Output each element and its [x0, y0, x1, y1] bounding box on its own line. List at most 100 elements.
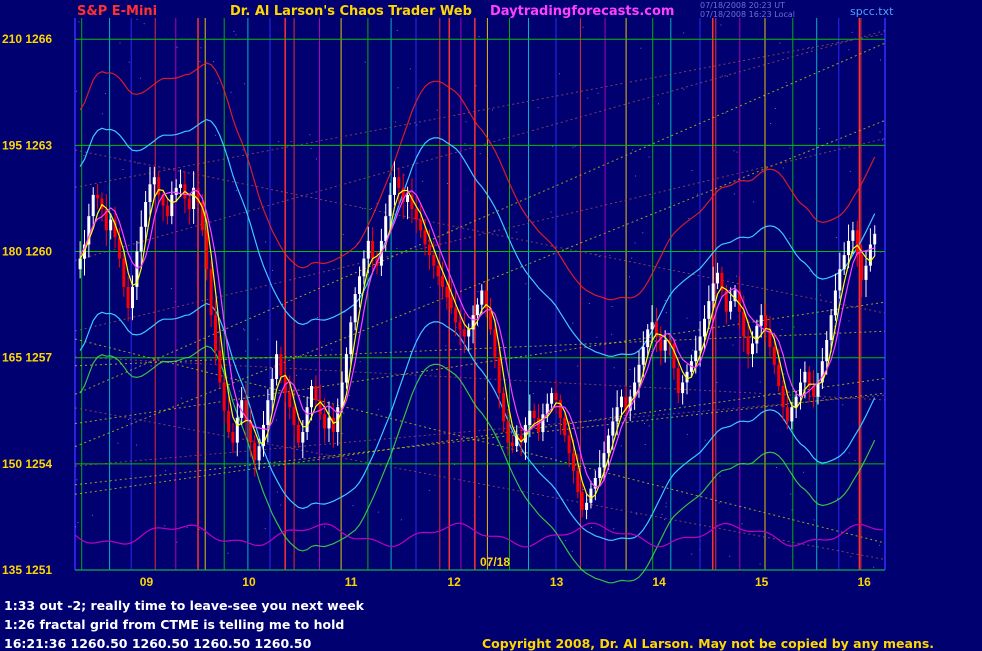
candle-body	[742, 311, 746, 337]
candle-body	[855, 230, 859, 256]
dot	[590, 527, 592, 528]
candle-body	[165, 205, 169, 217]
dot	[813, 519, 815, 521]
dot	[686, 317, 688, 319]
dot	[227, 552, 229, 554]
candle-body	[270, 378, 274, 401]
candle-body	[205, 230, 209, 270]
dot	[428, 489, 430, 491]
dot	[644, 444, 646, 445]
dot	[370, 252, 372, 253]
dot	[359, 361, 361, 363]
dot	[532, 393, 534, 394]
candle-body	[528, 410, 532, 425]
candle-body	[777, 364, 781, 386]
dot	[759, 381, 761, 383]
dot	[850, 556, 852, 558]
dot	[371, 208, 372, 209]
candle-body	[179, 184, 182, 188]
dot	[364, 61, 366, 63]
candle-body	[563, 417, 567, 436]
dot	[324, 526, 326, 528]
x-tick-label: 11	[345, 575, 358, 589]
candle-body	[794, 396, 798, 408]
candle-body	[510, 442, 514, 447]
dot	[597, 92, 599, 94]
dot	[809, 270, 811, 272]
candle-body	[572, 453, 575, 471]
dot	[377, 511, 379, 513]
dot	[409, 68, 411, 70]
dot	[378, 408, 380, 410]
candle-body	[681, 382, 685, 394]
candle-body	[235, 417, 239, 443]
candle-body	[445, 286, 449, 298]
dot	[213, 61, 215, 63]
dot	[683, 32, 685, 34]
dot	[477, 291, 479, 293]
chart-title: Dr. Al Larson's Chaos Trader Web	[230, 4, 472, 19]
dot	[720, 24, 722, 26]
dot	[644, 423, 645, 424]
dot	[691, 170, 693, 171]
dot	[276, 491, 278, 493]
candle-body	[257, 446, 261, 461]
dot	[216, 82, 218, 84]
dot	[464, 143, 466, 145]
dot	[230, 91, 232, 93]
candle-body	[567, 435, 571, 454]
dot	[396, 247, 398, 249]
dot	[571, 550, 573, 552]
candle-body	[860, 255, 864, 280]
dot	[445, 345, 447, 347]
y-tick-label: 135 1251	[2, 563, 52, 577]
candle-body	[799, 382, 802, 397]
candle-body	[576, 470, 580, 493]
candle-body	[620, 396, 623, 408]
dot	[779, 42, 781, 44]
dot	[551, 447, 553, 449]
candle-body	[310, 386, 313, 408]
candle-body	[144, 202, 148, 227]
dot	[726, 75, 728, 77]
candle-body	[96, 194, 100, 199]
dot	[776, 467, 777, 468]
candle-body	[842, 255, 846, 270]
dot	[642, 412, 644, 414]
candle-body	[296, 424, 300, 443]
dot	[741, 523, 743, 525]
dot	[664, 300, 666, 301]
candle-body	[388, 194, 392, 217]
dot	[342, 234, 344, 236]
candle-body	[532, 410, 536, 418]
candle-body	[218, 350, 222, 383]
dot	[716, 382, 718, 384]
date-label: 07/18	[480, 555, 510, 569]
site-link[interactable]: Daytradingforecasts.com	[490, 4, 674, 19]
dot	[235, 190, 237, 192]
candle-body	[419, 219, 423, 231]
y-tick-label: 195 1263	[2, 138, 52, 152]
price-chart: 210 1266 195 1263 180 1260 165 1257 150 1254…	[0, 0, 982, 650]
candle-body	[126, 286, 130, 309]
dot	[770, 123, 772, 124]
candle-body	[502, 393, 506, 422]
y-tick-label: 165 1257	[2, 351, 52, 365]
dot	[75, 526, 76, 528]
candle-body	[711, 283, 715, 302]
dot	[572, 146, 574, 148]
dot	[429, 286, 431, 288]
candle-body	[393, 177, 396, 195]
candle-body	[585, 502, 589, 510]
dot	[422, 180, 424, 182]
dot	[648, 156, 650, 158]
dot	[290, 141, 292, 142]
dot	[477, 325, 479, 327]
candle-body	[288, 393, 292, 408]
candle-body	[716, 272, 719, 284]
dot	[631, 149, 633, 151]
candle-body	[78, 258, 82, 270]
dot	[136, 18, 138, 20]
candle-body	[838, 269, 842, 291]
dot	[572, 322, 574, 324]
